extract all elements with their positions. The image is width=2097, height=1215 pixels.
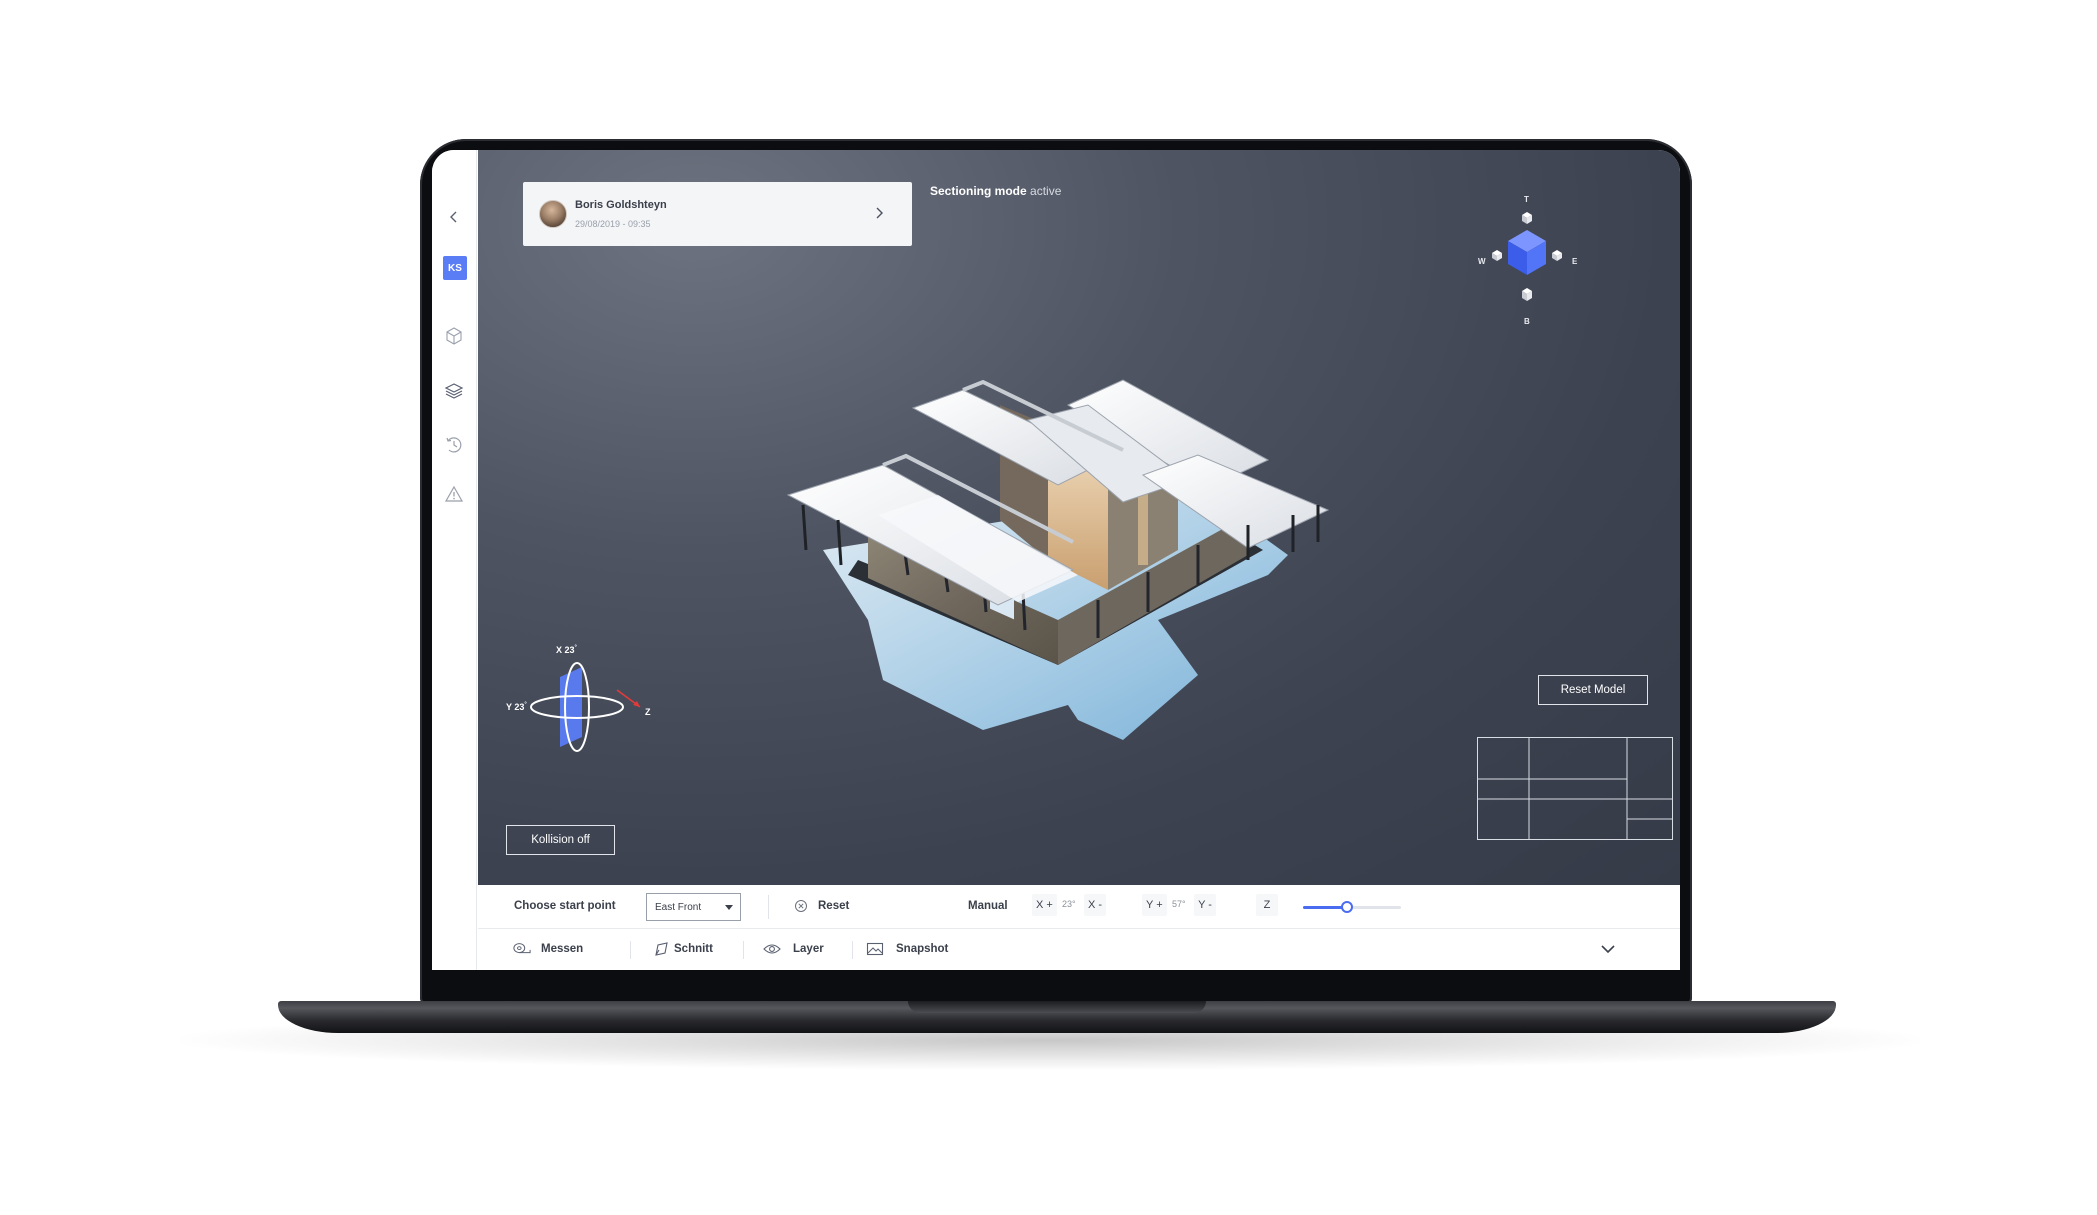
y-value-number: 57 xyxy=(1172,899,1183,909)
warning-icon[interactable] xyxy=(443,483,465,505)
tools-bar: Messen Schnitt Layer Snapshot xyxy=(478,929,1680,970)
back-icon[interactable] xyxy=(443,206,465,228)
user-avatar[interactable]: KS xyxy=(443,256,467,280)
z-slider-knob[interactable] xyxy=(1341,901,1354,913)
start-point-value: East Front xyxy=(655,901,702,913)
section-plane-icon xyxy=(652,941,670,957)
y-minus-button[interactable]: Y - xyxy=(1194,894,1216,916)
3d-viewport[interactable]: Boris Goldshteyn 29/08/2019 - 09:35 Sect… xyxy=(478,150,1680,885)
layers-icon[interactable] xyxy=(443,380,465,402)
divider xyxy=(852,941,853,959)
laptop-notch xyxy=(908,1001,1206,1013)
x-minus-button[interactable]: X - xyxy=(1084,894,1107,916)
tool-layer[interactable]: Layer xyxy=(763,937,824,961)
x-value: 23° xyxy=(1062,899,1076,909)
history-icon[interactable] xyxy=(443,434,465,456)
nav-bottom-cube[interactable] xyxy=(1522,288,1532,301)
mode-label: Sectioning mode xyxy=(930,184,1027,198)
tool-schnitt-label: Schnitt xyxy=(674,943,713,955)
chevron-down-icon[interactable] xyxy=(1600,941,1616,959)
view-navigation-cube[interactable]: T B W E xyxy=(1478,195,1578,335)
comment-date: 29/08/2019 - 09:35 xyxy=(575,219,651,229)
tool-snapshot[interactable]: Snapshot xyxy=(866,937,948,961)
layout-minimap[interactable] xyxy=(1477,737,1673,840)
mode-status: Sectioning mode active xyxy=(930,184,1061,198)
x-value-number: 23 xyxy=(1062,899,1073,909)
x-plus-button[interactable]: X + xyxy=(1032,894,1057,916)
z-axis-button[interactable]: Z xyxy=(1256,894,1278,916)
divider xyxy=(768,895,769,919)
start-point-label: Choose start point xyxy=(514,900,616,912)
comment-author: Boris Goldshteyn xyxy=(575,199,667,211)
chevron-right-icon[interactable] xyxy=(874,206,884,225)
divider xyxy=(743,941,744,959)
manual-label: Manual xyxy=(968,900,1008,912)
divider xyxy=(630,941,631,959)
tool-snapshot-label: Snapshot xyxy=(896,943,949,955)
nav-east-cube[interactable] xyxy=(1552,250,1562,261)
tool-messen[interactable]: Messen xyxy=(513,937,583,961)
tool-schnitt[interactable]: Schnitt xyxy=(652,937,713,961)
comment-author-avatar xyxy=(539,200,567,228)
image-icon xyxy=(866,941,884,957)
start-point-select[interactable]: East Front xyxy=(646,893,741,921)
nav-main-cube[interactable] xyxy=(1508,230,1546,275)
sectioning-controls: Choose start point East Front Reset Manu… xyxy=(478,885,1680,929)
nav-west-cube[interactable] xyxy=(1492,250,1502,261)
reset-button[interactable]: Reset xyxy=(818,900,849,912)
building-model[interactable] xyxy=(728,320,1428,800)
eye-icon xyxy=(763,941,781,957)
mode-state: active xyxy=(1030,184,1062,198)
tool-layer-label: Layer xyxy=(793,943,824,955)
sidebar: KS xyxy=(432,150,477,970)
cube-outline-icon[interactable] xyxy=(443,325,465,347)
caret-down-icon xyxy=(725,905,733,910)
y-value: 57° xyxy=(1172,899,1186,909)
nav-top-cube[interactable] xyxy=(1522,212,1532,224)
tape-measure-icon xyxy=(513,941,531,957)
reset-model-button[interactable]: Reset Model xyxy=(1538,675,1648,705)
y-plus-button[interactable]: Y + xyxy=(1142,894,1167,916)
kollision-toggle-button[interactable]: Kollision off xyxy=(506,825,615,855)
z-slider[interactable] xyxy=(1303,901,1401,913)
tool-messen-label: Messen xyxy=(541,943,584,955)
reset-icon[interactable] xyxy=(794,899,808,913)
comment-card[interactable]: Boris Goldshteyn 29/08/2019 - 09:35 xyxy=(523,182,912,246)
rotation-gizmo[interactable]: X 23° Y 23° Z xyxy=(502,645,662,785)
app-screen: KS Boris Goldshteyn 29/08/2019 - 09:35 S… xyxy=(432,150,1680,970)
